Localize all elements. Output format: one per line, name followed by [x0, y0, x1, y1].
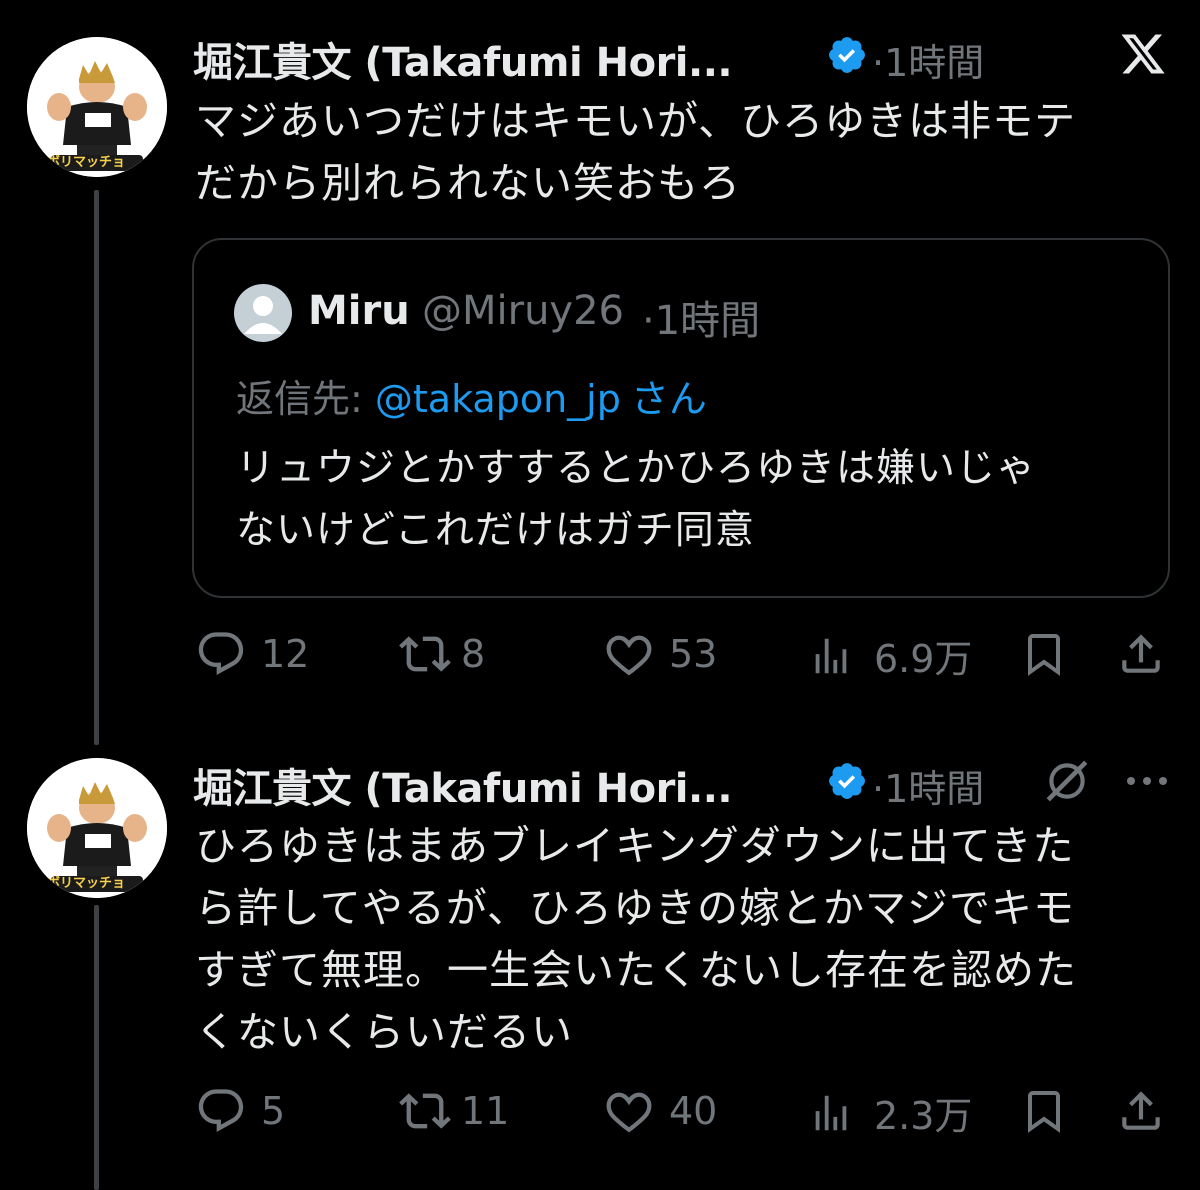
verified-badge-icon [829, 37, 865, 73]
reply-context: 返信先: @takapon_jp さん [236, 368, 707, 423]
retweet-count: 8 [461, 632, 486, 676]
retweet-icon [399, 636, 451, 672]
tweet-text-line: すぎて無理。一生会いたくないし存在を認めた [195, 946, 1077, 994]
bookmark-icon[interactable] [1020, 1085, 1068, 1137]
retweet-count: 11 [461, 1089, 510, 1133]
quoted-text-line: ないけどこれだけはガチ同意 [236, 508, 755, 553]
reply-count: 12 [261, 632, 310, 676]
like-icon [606, 1092, 652, 1133]
tweet-time[interactable]: ·1時間 [872, 758, 984, 813]
reply-suffix: さん [630, 377, 707, 421]
avatar-label: ボリマッチョ [47, 876, 126, 891]
views-count: 6.9万 [874, 637, 973, 681]
avatar[interactable]: ボリマッチョ [27, 758, 167, 898]
reply-prefix: 返信先: [236, 377, 363, 421]
thread-line-1 [94, 190, 99, 745]
views-icon [815, 1095, 847, 1130]
tweet-text: ひろゆきはまあブレイキングダウンに出てきた ら許してやるが、ひろゆきの嫁とかマジ… [195, 815, 1165, 1063]
views-button[interactable]: 6.9万 [808, 628, 972, 683]
thread-line-2 [94, 905, 99, 1190]
tweet-text-line: マジあいつだけはキモいが、ひろゆきは非モテ [195, 97, 1077, 145]
reply-mention-link[interactable]: @takapon_jp [375, 377, 621, 421]
x-logo-icon[interactable] [1118, 30, 1168, 78]
like-button[interactable]: 53 [603, 628, 717, 680]
quoted-tweet-card[interactable]: Miru @Miruy26 ·1時間 返信先: @takapon_jp さん リュ… [192, 238, 1170, 598]
grok-icon[interactable] [1042, 756, 1092, 806]
quoted-author-handle: @Miruy26 [422, 288, 624, 334]
reply-icon [198, 632, 244, 675]
bookmark-icon[interactable] [1020, 628, 1068, 680]
share-icon[interactable] [1116, 1085, 1166, 1137]
quoted-text-line: リュウジとかすするとかひろゆきは嫌いじゃ [236, 446, 1037, 491]
avatar[interactable]: ボリマッチョ [27, 37, 167, 177]
like-icon [606, 635, 652, 676]
quoted-text: リュウジとかすするとかひろゆきは嫌いじゃ ないけどこれだけはガチ同意 [236, 438, 1156, 562]
tweet-time[interactable]: ·1時間 [872, 32, 984, 87]
views-button[interactable]: 2.3万 [808, 1085, 972, 1140]
reply-button[interactable]: 12 [195, 628, 309, 680]
like-count: 53 [669, 632, 718, 676]
quoted-time: ·1時間 [642, 298, 761, 344]
author-name[interactable]: 堀江貴文 (Takafumi Hori... [193, 756, 733, 814]
views-count: 2.3万 [874, 1094, 973, 1138]
retweet-button[interactable]: 8 [397, 628, 485, 680]
tweet-text: マジあいつだけはキモいが、ひろゆきは非モテ だから別れられない笑おもろ [195, 90, 1155, 214]
tweet-text-line: ら許してやるが、ひろゆきの嫁とかマジでキモ [195, 884, 1075, 932]
retweet-button[interactable]: 11 [397, 1085, 509, 1137]
reply-count: 5 [261, 1089, 286, 1133]
verified-badge-icon [829, 763, 865, 799]
views-icon [815, 638, 847, 673]
reply-icon [198, 1089, 244, 1132]
share-icon[interactable] [1116, 628, 1166, 680]
more-icon[interactable] [1124, 766, 1170, 796]
retweet-icon [399, 1093, 451, 1129]
quoted-author-name: Miru [308, 288, 410, 334]
tweet-text-line: ひろゆきはまあブレイキングダウンに出てきた [195, 822, 1075, 870]
tweet-text-line: くないくらいだるい [195, 1008, 573, 1056]
reply-button[interactable]: 5 [195, 1085, 285, 1137]
tweet-text-line: だから別れられない笑おもろ [195, 159, 741, 207]
like-button[interactable]: 40 [603, 1085, 717, 1137]
avatar-label: ボリマッチョ [47, 155, 126, 170]
author-name[interactable]: 堀江貴文 (Takafumi Hori... [193, 30, 733, 88]
default-avatar-icon [234, 284, 292, 342]
like-count: 40 [669, 1089, 718, 1133]
